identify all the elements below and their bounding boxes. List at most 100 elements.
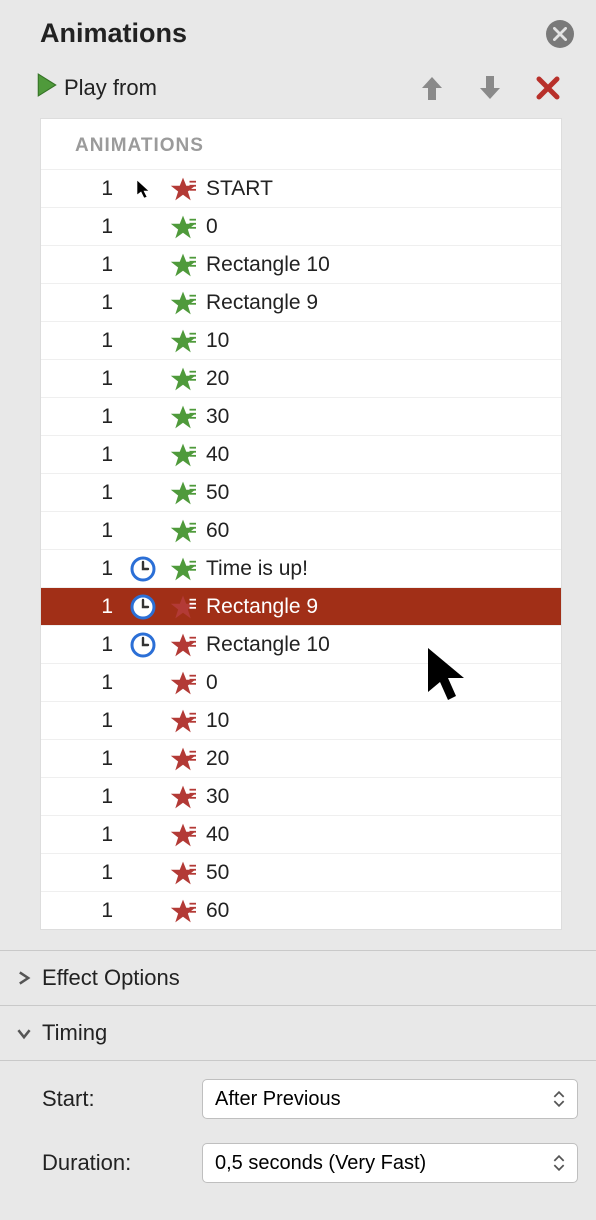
row-number: 1 [41,291,123,315]
animation-row[interactable]: 1 50 [41,853,561,891]
row-label: 50 [203,481,551,505]
animation-row[interactable]: 1 30 [41,397,561,435]
star-red-icon [163,784,203,810]
row-number: 1 [41,329,123,353]
animation-row[interactable]: 1 Rectangle 10 [41,625,561,663]
row-label: 0 [203,671,551,695]
clock-icon [123,594,163,620]
row-label: 10 [203,709,551,733]
timing-label: Timing [42,1020,107,1046]
animation-row[interactable]: 1 30 [41,777,561,815]
star-red-icon [163,708,203,734]
chevron-down-icon [16,1025,32,1041]
row-label: START [203,177,551,201]
row-number: 1 [41,595,123,619]
row-label: 60 [203,519,551,543]
start-value: After Previous [215,1088,341,1111]
animation-row[interactable]: 1 40 [41,815,561,853]
row-number: 1 [41,671,123,695]
star-green-icon [163,290,203,316]
row-number: 1 [41,215,123,239]
animation-row[interactable]: 1 20 [41,359,561,397]
animation-row[interactable]: 1 40 [41,435,561,473]
star-green-icon [163,442,203,468]
star-green-icon [163,366,203,392]
row-label: 60 [203,899,551,923]
animation-row[interactable]: 1 60 [41,511,561,549]
play-from-button[interactable]: Play from [36,73,157,102]
row-label: 30 [203,785,551,809]
star-green-icon [163,556,203,582]
animation-row[interactable]: 1 10 [41,701,561,739]
row-label: 10 [203,329,551,353]
move-down-button[interactable] [478,74,502,102]
duration-value: 0,5 seconds (Very Fast) [215,1152,426,1175]
row-label: Rectangle 10 [203,253,551,277]
animation-list-header: ANIMATIONS [41,119,561,169]
row-label: 20 [203,367,551,391]
star-red-icon [163,632,203,658]
effect-options-label: Effect Options [42,965,180,991]
row-number: 1 [41,747,123,771]
move-up-button[interactable] [420,74,444,102]
clock-icon [123,632,163,658]
star-red-icon [163,594,203,620]
star-green-icon [163,480,203,506]
animation-list[interactable]: ANIMATIONS 1 START1 01 Rectangle 101 Rec… [40,118,562,930]
animation-row[interactable]: 1 Rectangle 9 [41,587,561,625]
animation-row[interactable]: 1 50 [41,473,561,511]
animation-row[interactable]: 1 10 [41,321,561,359]
animation-row[interactable]: 1 0 [41,207,561,245]
row-number: 1 [41,709,123,733]
star-red-icon [163,822,203,848]
row-number: 1 [41,177,123,201]
close-panel-button[interactable] [546,20,574,48]
start-label: Start: [42,1086,202,1112]
star-red-icon [163,176,203,202]
row-label: Rectangle 9 [203,291,551,315]
animation-row[interactable]: 1 Rectangle 10 [41,245,561,283]
row-label: 20 [203,747,551,771]
panel-title: Animations [40,18,187,49]
star-green-icon [163,404,203,430]
timing-section[interactable]: Timing [0,1006,596,1061]
star-red-icon [163,898,203,924]
duration-select[interactable]: 0,5 seconds (Very Fast) [202,1143,578,1183]
cursor-icon [123,179,163,199]
star-red-icon [163,860,203,886]
start-select[interactable]: After Previous [202,1079,578,1119]
animation-row[interactable]: 1 20 [41,739,561,777]
row-label: Time is up! [203,557,551,581]
row-number: 1 [41,481,123,505]
row-label: Rectangle 9 [203,595,551,619]
star-green-icon [163,214,203,240]
row-number: 1 [41,367,123,391]
chevron-right-icon [16,970,32,986]
row-number: 1 [41,405,123,429]
animation-row[interactable]: 1 0 [41,663,561,701]
star-red-icon [163,746,203,772]
animation-row[interactable]: 1 Rectangle 9 [41,283,561,321]
animation-row[interactable]: 1 60 [41,891,561,929]
star-green-icon [163,328,203,354]
stepper-icon [553,1148,571,1178]
row-number: 1 [41,557,123,581]
row-number: 1 [41,823,123,847]
row-label: 30 [203,405,551,429]
row-number: 1 [41,785,123,809]
star-red-icon [163,670,203,696]
star-green-icon [163,252,203,278]
effect-options-section[interactable]: Effect Options [0,951,596,1006]
clock-icon [123,556,163,582]
animation-row[interactable]: 1 Time is up! [41,549,561,587]
star-green-icon [163,518,203,544]
animation-row[interactable]: 1 START [41,169,561,207]
delete-button[interactable] [536,76,560,100]
row-number: 1 [41,899,123,923]
row-label: 50 [203,861,551,885]
row-label: 40 [203,443,551,467]
stepper-icon [553,1084,571,1114]
row-number: 1 [41,633,123,657]
play-icon [36,73,58,102]
duration-label: Duration: [42,1150,202,1176]
